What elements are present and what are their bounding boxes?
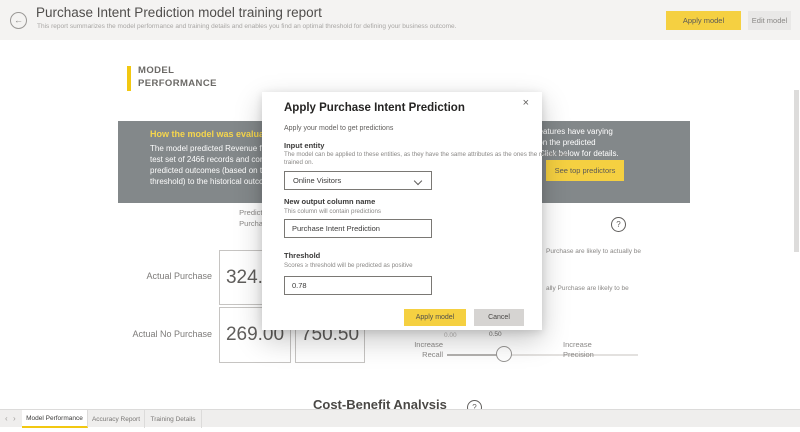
edit-model-button[interactable]: Edit model [748,11,791,30]
tab-nav-next-icon[interactable]: › [13,414,16,423]
section-title-line2: PERFORMANCE [138,78,217,89]
matrix-row-label-actual-no-purchase: Actual No Purchase [120,329,212,339]
dialog-apply-model-button[interactable]: Apply model [404,309,466,326]
slider-right-label-line1: Increase [563,340,592,349]
slider-left-label-line1: Increase [398,340,443,349]
section-title-line1: MODEL [138,65,174,76]
tab-accuracy-report[interactable]: Accuracy Report [88,410,145,428]
threshold-slider-handle[interactable] [496,346,512,362]
see-top-predictors-button[interactable]: See top predictors [546,160,624,181]
help-icon[interactable]: ? [611,217,626,232]
back-icon[interactable]: ← [10,12,27,29]
slider-right-label-line2: Precision [563,350,594,359]
input-entity-dropdown[interactable]: Online Visitors [284,171,432,190]
input-entity-description-line2: trained on. [284,159,313,166]
app-window: ← Purchase Intent Prediction model train… [0,0,800,432]
threshold-description: Scores ≥ threshold will be predicted as … [284,262,413,269]
output-column-description: This column will contain predictions [284,208,381,215]
output-column-input[interactable] [284,219,432,238]
apply-model-button[interactable]: Apply model [666,11,741,30]
input-entity-selected-value: Online Visitors [293,176,341,185]
dialog-title: Apply Purchase Intent Prediction [284,102,465,114]
matrix-row-label-actual-purchase: Actual Purchase [120,271,212,281]
page-title: Purchase Intent Prediction model trainin… [36,5,322,20]
section-accent-bar [127,66,131,91]
threshold-label: Threshold [284,251,320,260]
recall-description-text: ally Purchase are likely to be [546,285,629,292]
apply-model-dialog: × Apply Purchase Intent Prediction Apply… [262,92,542,330]
dialog-cancel-button[interactable]: Cancel [474,309,524,326]
close-icon[interactable]: × [523,97,529,109]
slider-tick-low: 0.00 [444,332,457,339]
output-column-label: New output column name [284,197,375,206]
tab-model-performance[interactable]: Model Performance [22,410,88,428]
page-subtitle: This report summarizes the model perform… [37,23,456,30]
dialog-subtitle: Apply your model to get predictions [284,125,393,132]
vertical-scrollbar[interactable] [794,90,799,252]
precision-description-text: Purchase are likely to actually be [546,248,641,255]
chevron-down-icon [414,177,422,185]
slider-tick-mid: 0.50 [489,331,502,338]
slider-left-label-line2: Recall [398,350,443,359]
tab-nav-prev-icon[interactable]: ‹ [5,414,8,423]
report-tab-strip: ‹ › Model Performance Accuracy Report Tr… [0,409,800,427]
report-header: ← Purchase Intent Prediction model train… [0,0,800,40]
input-entity-description-line1: The model can be applied to these entiti… [284,151,568,158]
input-entity-label: Input entity [284,141,324,150]
banner-heading: How the model was evaluated [150,129,278,139]
threshold-input[interactable] [284,276,432,295]
tab-training-details[interactable]: Training Details [145,410,202,428]
